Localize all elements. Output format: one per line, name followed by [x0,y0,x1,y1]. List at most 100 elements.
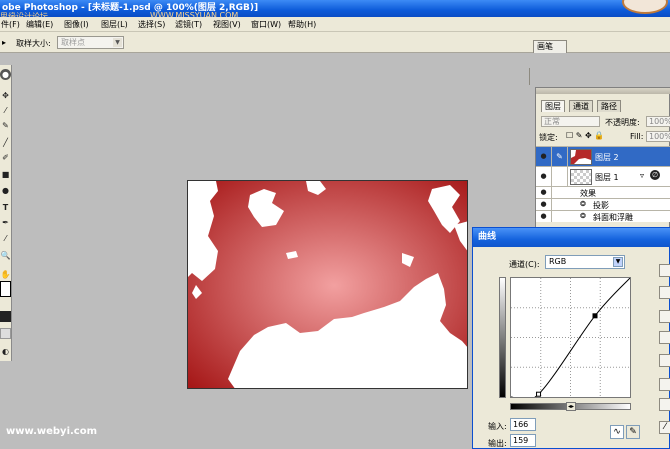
menu-select[interactable]: 选择(S) [138,19,165,30]
eye-icon[interactable]: ● [536,147,552,166]
zoom-tool-icon[interactable]: 🔍 [0,250,11,261]
input-label: 输入: [488,422,507,431]
hand-tool-icon[interactable]: ✋ [0,269,11,280]
screen-mode-icon[interactable] [0,328,11,339]
eye-icon[interactable]: ● [536,167,552,186]
sample-size-label: 取样大小: [16,39,51,48]
palette-well [529,68,670,85]
menu-help[interactable]: 帮助(H) [288,19,316,30]
jump-to-imageready-icon[interactable]: ◐ [0,346,11,357]
curve-line [510,277,631,402]
effects-row[interactable]: ● 效果 [536,186,670,198]
opacity-label: 不透明度: [605,118,640,127]
lock-icons[interactable]: ☐ ✎ ✥ 🔒 [566,131,604,140]
menu-layer[interactable]: 图层(L) [101,19,128,30]
magic-wand-tool-icon[interactable]: ⁄ [0,105,11,116]
effect-icon: ❂ [580,200,586,208]
chevron-down-icon: ▼ [113,38,122,47]
document-canvas[interactable] [187,180,468,389]
move-tool-icon[interactable]: ✥ [0,90,11,101]
eyedropper-icon[interactable]: ⁄ [659,421,670,434]
effect-bevel-row[interactable]: ● ❂ 斜面和浮雕 [536,210,670,222]
opacity-input[interactable]: 100% [646,116,670,127]
load-button[interactable] [659,310,670,323]
tab-channels[interactable]: 通道 [569,100,593,112]
brushes-tab[interactable]: 画笔 [533,40,567,53]
fill-label: Fill: [630,132,644,141]
layers-panel-header[interactable] [536,88,670,94]
options-bar: ▸ 取样大小: 取样点 ▼ [0,32,670,85]
channel-select[interactable]: RGB ▼ [545,255,625,269]
save-button[interactable] [659,331,670,344]
auto-button[interactable] [659,378,670,391]
footer-watermark: www.webyi.com [6,426,98,437]
eye-icon[interactable]: ● [536,199,552,210]
sample-size-value: 取样点 [61,38,85,47]
heal-tool-icon[interactable]: ✎ [0,120,11,131]
tab-layers[interactable]: 图层 [541,100,565,112]
fx-toggle-icon[interactable]: ▿ [640,171,644,180]
tab-paths-label: 路径 [601,102,617,111]
input-field[interactable]: 166 [510,418,536,431]
brush-tool-icon[interactable]: ╱ [0,137,11,148]
tab-paths[interactable]: 路径 [597,100,621,112]
brushes-tab-label: 画笔 [537,42,553,51]
link-slot[interactable] [552,167,568,186]
curve-tool-icon[interactable]: ∿ [610,425,624,439]
layer1-name: 图层 1 [595,173,619,182]
eye-icon[interactable]: ● [536,187,552,198]
fill-value: 100% [649,132,670,141]
channel-value: RGB [549,257,567,266]
smooth-button[interactable] [659,354,670,367]
toolbox: ● ✥ ⁄ ✎ ╱ ✐ ■ ● T ✒ ⁄ 🔍 ✋ ◐ [0,65,12,361]
blend-mode-value: 正常 [544,117,560,126]
dodge-tool-icon[interactable]: ● [0,185,11,196]
channel-label: 通道(C): [509,260,540,269]
fill-input[interactable]: 100% [646,131,670,142]
opacity-value: 100% [649,117,670,126]
layer-row-layer1[interactable]: ● 图层 1 ▿ ∅ [536,166,670,186]
history-brush-icon[interactable]: ✐ [0,152,11,163]
effect-drop-shadow-row[interactable]: ● ❂ 投影 [536,198,670,210]
bevel-emboss-label: 斜面和浮雕 [593,213,633,222]
pen-tool-icon[interactable]: ✒ [0,217,11,228]
blend-mode-select[interactable]: 正常 [541,116,600,127]
curve-control-point[interactable] [592,313,598,319]
type-tool-icon[interactable]: T [0,202,11,213]
ps-eye-icon: ● [0,69,11,80]
curves-title-bar[interactable]: 曲线 [473,228,670,247]
curve-graph[interactable] [510,277,631,402]
cancel-button[interactable] [659,286,670,299]
lock-label: 锁定: [539,133,558,142]
curves-dialog: 曲线 通道(C): RGB ▼ ◂▸ 输入: 166 输出: 159 ∿ ✎ ⁄ [472,227,670,449]
gradient-tool-icon[interactable]: ■ [0,169,11,180]
menu-edit[interactable]: 编辑(E) [26,19,53,30]
ok-button[interactable] [659,264,670,277]
output-field[interactable]: 159 [510,434,536,447]
menu-image[interactable]: 图像(I) [64,19,89,30]
fx-icon: ∅ [650,170,660,180]
eyedropper-tool-icon[interactable]: ⁄ [0,233,11,244]
window-title-bar: obe Photoshop - [未标题-1.psd @ 100%(图层 2,R… [0,0,670,17]
menu-view[interactable]: 视图(V) [213,19,241,30]
menu-filter[interactable]: 滤镜(T) [175,19,202,30]
menu-bar: 件(F) 编辑(E) 图像(I) 图层(L) 选择(S) 滤镜(T) 视图(V)… [0,17,670,32]
sample-size-select[interactable]: 取样点 ▼ [57,36,124,49]
layer1-thumbnail [570,169,592,185]
brush-icon[interactable]: ✎ [552,147,568,166]
eye-icon[interactable]: ● [536,211,552,222]
layer2-thumbnail-art [571,150,591,164]
gradient-flip-icon[interactable]: ◂▸ [566,402,576,411]
curve-control-point[interactable] [536,391,542,397]
layer-row-layer2[interactable]: ● ✎ 图层 2 [536,146,670,166]
menu-window[interactable]: 窗口(W) [251,19,281,30]
color-swatch[interactable] [0,281,11,297]
quick-mask-icon[interactable] [0,311,11,322]
menu-file[interactable]: 件(F) [1,19,20,30]
canvas-artwork [188,181,467,388]
pencil-tool-icon[interactable]: ✎ [626,425,640,439]
options-button[interactable] [659,398,670,411]
curves-title: 曲线 [478,232,497,242]
tool-preset-arrow-icon[interactable]: ▸ [2,38,6,47]
output-gradient-bar [499,277,506,398]
